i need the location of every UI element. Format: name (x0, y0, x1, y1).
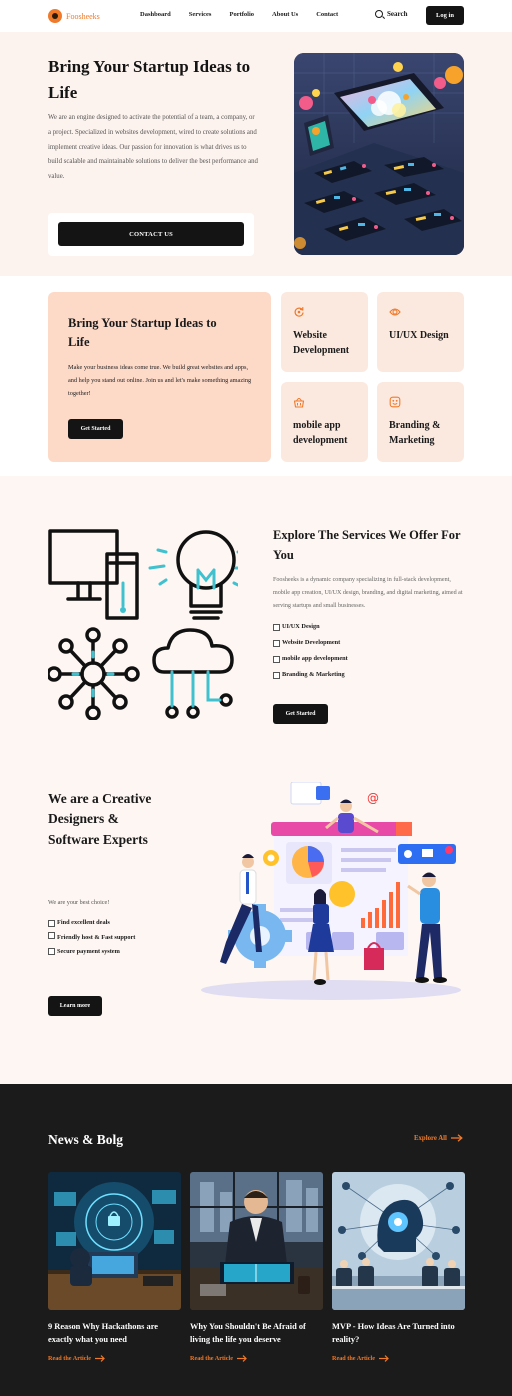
checkbox[interactable] (48, 932, 55, 939)
login-button[interactable]: Log in (426, 6, 464, 25)
news-card[interactable]: 9 Reason Why Hackathons are exactly what… (48, 1172, 181, 1362)
services-intro-title: Bring Your Startup Ideas to Life (68, 316, 217, 349)
nav-link-dashboard[interactable]: Dashboard (140, 11, 171, 18)
services-section: Bring Your Startup Ideas to Life Make yo… (0, 276, 512, 476)
face-icon (389, 396, 401, 408)
news-card[interactable]: Why You Shouldn't Be Afraid of living th… (190, 1172, 323, 1362)
logo-text: Foosheeks (66, 11, 100, 21)
search-icon (375, 10, 383, 18)
explore-text: Foosheeks is a dynamic company specializ… (273, 577, 463, 610)
isometric-devices-illustration (294, 53, 464, 255)
get-started-button[interactable]: Get Started (68, 419, 123, 439)
service-card-website-development[interactable]: Website Development (281, 292, 368, 372)
learn-more-button[interactable]: Learn more (48, 996, 102, 1016)
read-article-label: Read the Article (190, 1355, 233, 1362)
explore-check-item[interactable]: UI/UX Design (273, 623, 348, 639)
hero-cta-container: CONTACT US (48, 213, 254, 256)
news-card-image[interactable] (332, 1172, 465, 1310)
creative-title: We are a Creative Designers & Software E… (48, 791, 152, 847)
checklist-label: Find excellent deals (57, 919, 110, 926)
hero-illustration (294, 53, 464, 255)
checklist-label: Branding & Marketing (282, 671, 345, 678)
basket-icon (293, 397, 305, 408)
checkbox[interactable] (273, 623, 280, 631)
arrow-right-icon (378, 1355, 389, 1362)
service-card-mobile-app-development[interactable]: mobile app development (281, 382, 368, 462)
checklist-label: UI/UX Design (282, 623, 320, 630)
read-article-label: Read the Article (332, 1355, 375, 1362)
logo[interactable]: Foosheeks (48, 9, 100, 23)
nav-link-services[interactable]: Services (189, 11, 212, 18)
creative-subtitle: We are your best choice! (48, 899, 110, 906)
search-label: Search (387, 10, 408, 18)
creative-check-item[interactable]: Friendly host & Fast support (48, 932, 148, 943)
svg-text:@: @ (367, 791, 379, 805)
checklist-label: Website Development (282, 639, 341, 646)
news-card-title[interactable]: MVP - How Ideas Are Turned into reality? (332, 1320, 465, 1346)
logo-icon (48, 9, 62, 23)
explore-title: Explore The Services We Offer For You (273, 528, 461, 562)
explore-section: Explore The Services We Offer For You Fo… (0, 476, 512, 1084)
checklist-label: mobile app development (282, 655, 348, 662)
creative-check-item[interactable]: Find excellent deals (48, 919, 148, 927)
nav-link-portfolio[interactable]: Portfolio (229, 11, 254, 18)
service-card-label: Website Development (293, 330, 350, 356)
explore-check-item[interactable]: mobile app development (273, 655, 348, 671)
team-working-illustration: @ (201, 782, 461, 1000)
explore-all-link[interactable]: Explore All (414, 1134, 463, 1142)
checkbox[interactable] (273, 655, 280, 663)
arrow-right-icon (236, 1355, 247, 1362)
arrow-right-icon (450, 1134, 463, 1142)
hero-text: We are an engine designed to activate th… (48, 114, 258, 181)
checklist-label: Friendly host & Fast support (57, 933, 136, 941)
contact-us-button[interactable]: CONTACT US (58, 222, 244, 246)
services-intro-card: Bring Your Startup Ideas to Life Make yo… (48, 292, 271, 462)
ideas-network-image (332, 1172, 465, 1310)
explore-check-item[interactable]: Branding & Marketing (273, 671, 348, 687)
news-card[interactable]: MVP - How Ideas Are Turned into reality?… (332, 1172, 465, 1362)
read-article-link[interactable]: Read the Article (48, 1355, 181, 1362)
hero-section: Bring Your Startup Ideas to Life We are … (0, 32, 512, 276)
explore-check-item[interactable]: Website Development (273, 639, 348, 655)
service-card-ui-ux-design[interactable]: UI/UX Design (377, 292, 464, 372)
read-article-link[interactable]: Read the Article (190, 1355, 323, 1362)
top-navbar: Foosheeks Dashboard Services Portfolio A… (0, 0, 512, 32)
cybersecurity-image (48, 1172, 181, 1310)
refresh-icon (294, 307, 304, 317)
explore-get-started-button[interactable]: Get Started (273, 704, 328, 724)
read-article-link[interactable]: Read the Article (332, 1355, 465, 1362)
checkbox[interactable] (48, 919, 55, 927)
news-card-image[interactable] (190, 1172, 323, 1310)
service-card-label: UI/UX Design (389, 330, 449, 341)
services-intro-text: Make your business ideas come true. We b… (68, 364, 252, 397)
checkbox[interactable] (273, 639, 280, 647)
creative-check-item[interactable]: Secure payment system (48, 947, 148, 955)
arrow-right-icon (94, 1355, 105, 1362)
creative-checklist: Find excellent deals Friendly host & Fas… (48, 919, 148, 955)
service-card-branding-marketing[interactable]: Branding & Marketing (377, 382, 464, 462)
checklist-label: Secure payment system (57, 947, 120, 955)
explore-all-label: Explore All (414, 1134, 447, 1142)
eye-icon (389, 308, 401, 316)
nav-link-about-us[interactable]: About Us (272, 11, 298, 18)
service-card-label: Branding & Marketing (389, 420, 441, 446)
news-card-title[interactable]: Why You Shouldn't Be Afraid of living th… (190, 1320, 323, 1346)
checkbox[interactable] (273, 671, 280, 679)
news-card-image[interactable] (48, 1172, 181, 1310)
nav-links: Dashboard Services Portfolio About Us Co… (140, 11, 356, 18)
explore-checklist: UI/UX Design Website Development mobile … (273, 623, 348, 687)
checkbox[interactable] (48, 948, 55, 955)
nav-link-contact[interactable]: Contact (316, 11, 338, 18)
search-button[interactable]: Search (375, 10, 407, 18)
service-card-label: mobile app development (293, 420, 348, 446)
office-city-image (190, 1172, 323, 1310)
news-section: News & Bolg Explore All 9 Reason Why Hac… (0, 1084, 512, 1396)
tech-icons-illustration (48, 529, 238, 720)
read-article-label: Read the Article (48, 1355, 91, 1362)
news-card-title[interactable]: 9 Reason Why Hackathons are exactly what… (48, 1320, 181, 1346)
hero-title: Bring Your Startup Ideas to Life (48, 57, 251, 102)
news-title: News & Bolg (48, 1132, 123, 1147)
